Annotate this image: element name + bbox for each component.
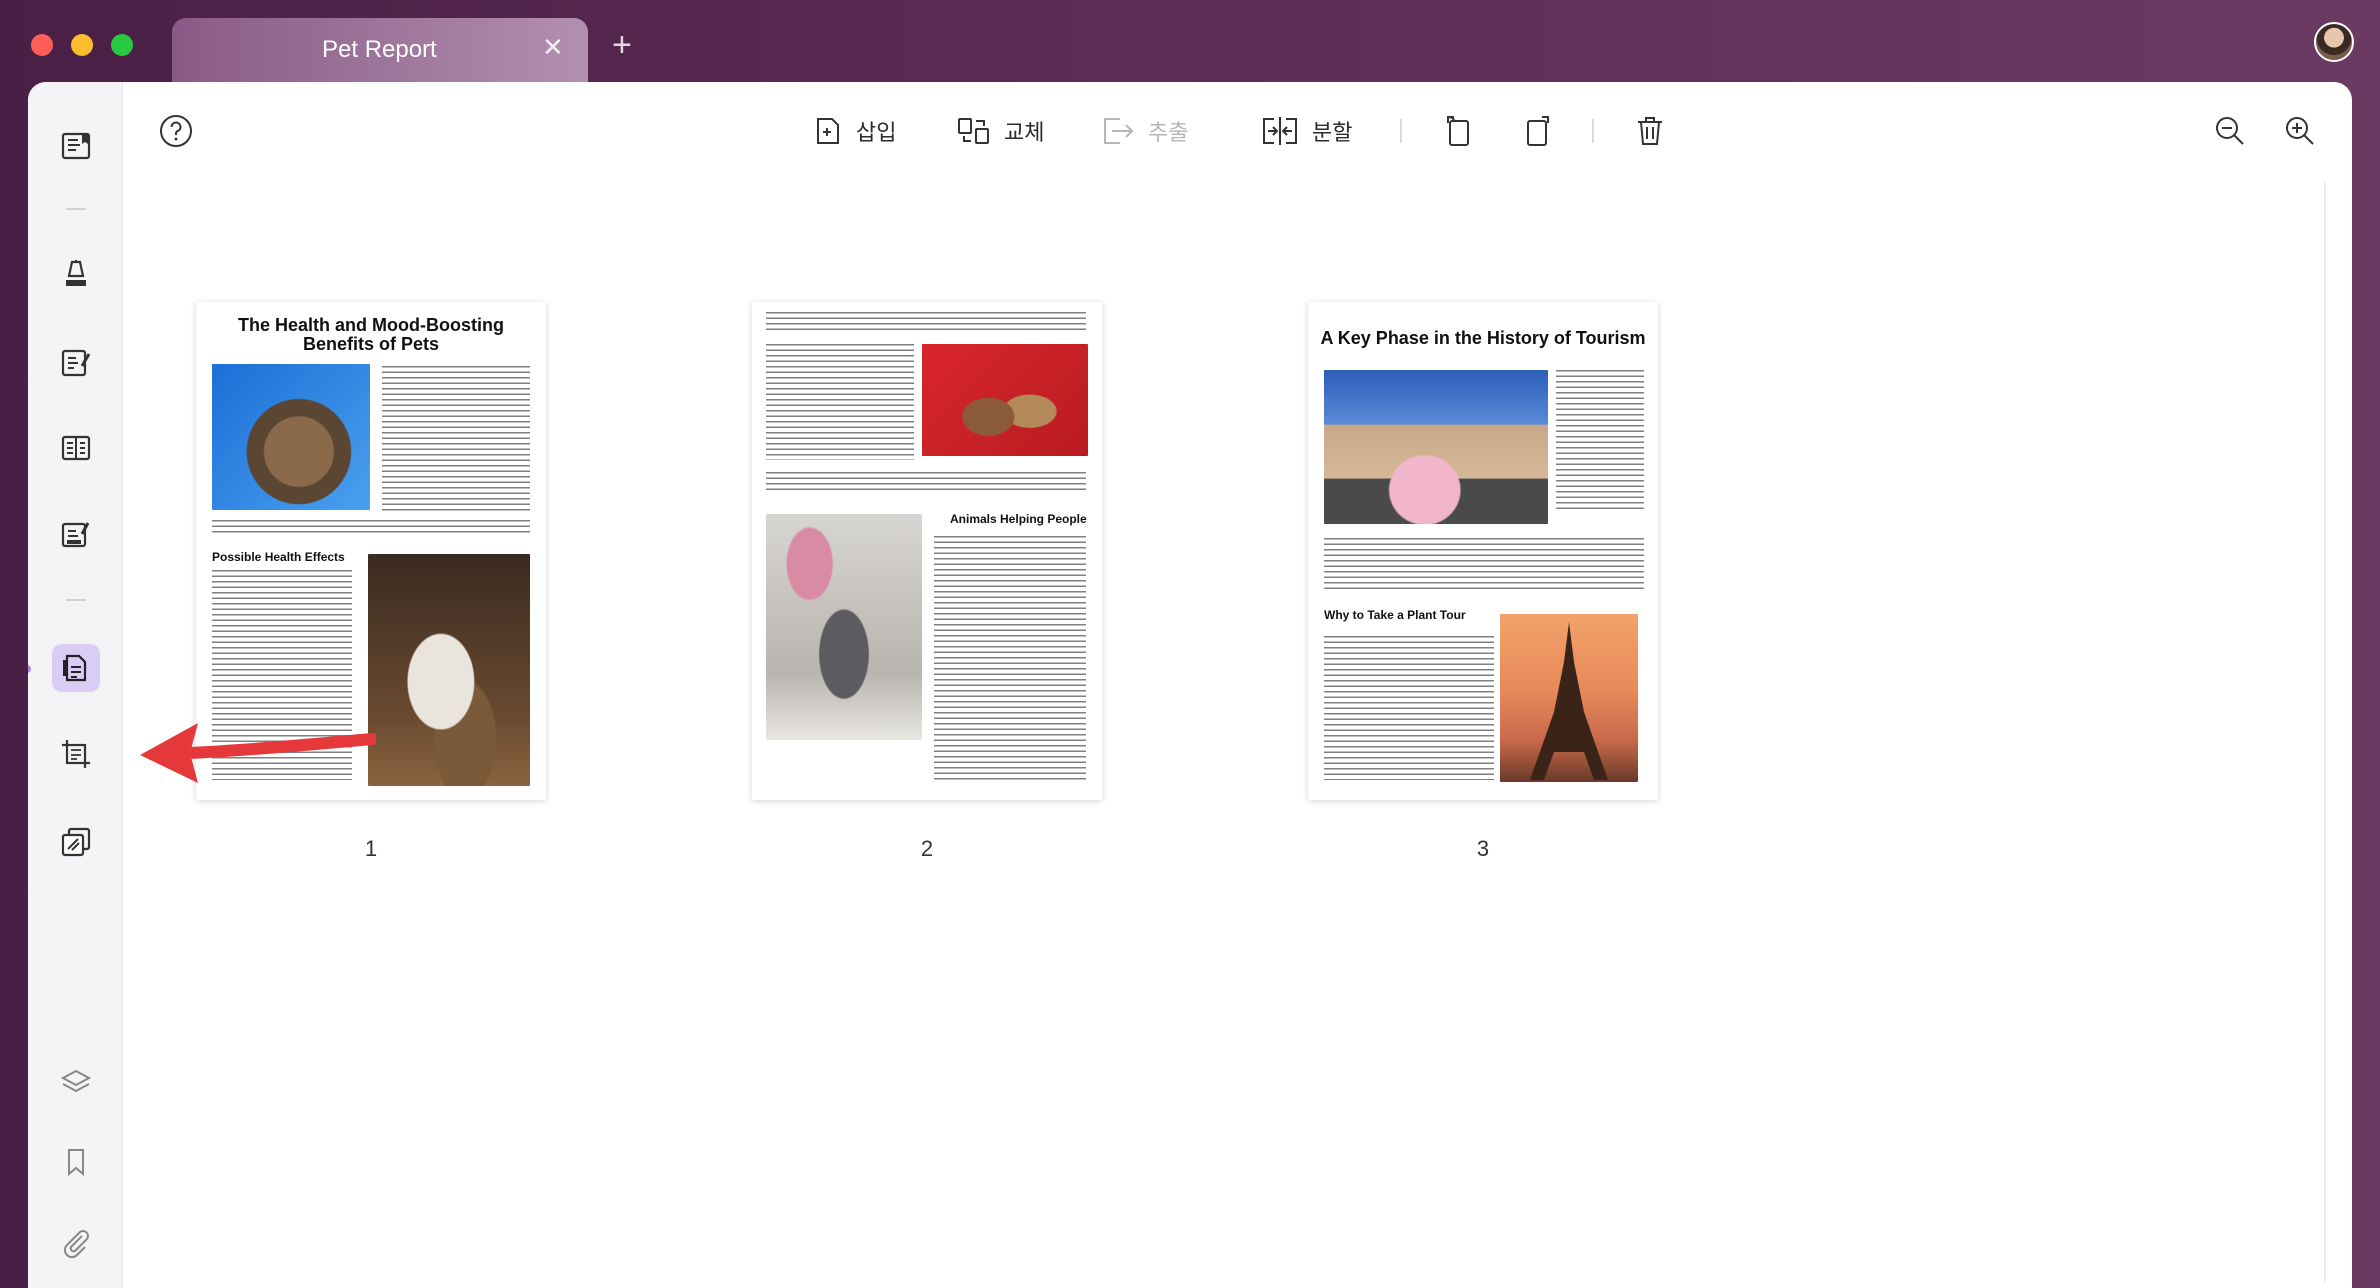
replace-page-button[interactable]: 교체 xyxy=(956,115,1044,147)
text-block xyxy=(382,366,530,514)
split-page-icon xyxy=(1263,117,1297,145)
dogs-in-costumes-photo xyxy=(922,344,1088,456)
annotation-arrow-icon xyxy=(140,723,376,783)
vertical-scrollbar[interactable] xyxy=(2324,182,2326,1282)
zoom-out-button[interactable] xyxy=(2212,82,2248,180)
page-2-heading: Animals Helping People xyxy=(950,512,1087,526)
minimize-window-button[interactable] xyxy=(71,34,93,56)
split-page-button[interactable]: 분할 xyxy=(1260,115,1352,147)
paperclip-icon xyxy=(63,1230,89,1259)
sidebar-divider xyxy=(66,599,86,601)
havana-street-photo xyxy=(1324,370,1548,524)
text-block xyxy=(766,472,1086,492)
zoom-in-button[interactable] xyxy=(2282,82,2318,180)
attachments-button[interactable] xyxy=(52,1218,100,1266)
dog-and-cat-photo xyxy=(368,554,530,786)
text-block xyxy=(766,344,914,460)
cat-photo xyxy=(212,364,370,510)
extract-page-button[interactable]: 추출 xyxy=(1100,115,1188,147)
crop-icon xyxy=(62,740,90,768)
maximize-window-button[interactable] xyxy=(111,34,133,56)
organize-pages-icon xyxy=(63,654,87,682)
page-3-heading: Why to Take a Plant Tour xyxy=(1324,608,1466,622)
reader-mode-button[interactable] xyxy=(52,122,100,170)
close-window-button[interactable] xyxy=(31,34,53,56)
text-block xyxy=(766,312,1086,332)
text-block xyxy=(1324,636,1494,780)
layers-button[interactable] xyxy=(52,1058,100,1106)
toolbar-divider xyxy=(1592,119,1594,143)
eiffel-tower-photo xyxy=(1500,614,1638,782)
replace-label: 교체 xyxy=(1004,120,1045,145)
new-tab-button[interactable]: + xyxy=(612,28,632,62)
page-grid: The Health and Mood-Boosting Benefits of… xyxy=(124,180,2324,1288)
layers-icon xyxy=(60,1069,92,1093)
bookmarks-button[interactable] xyxy=(52,1138,100,1186)
app-window: 삽입 교체 추출 분할 The Health and Mood-Boosting… xyxy=(28,82,2352,1288)
rotate-right-button[interactable] xyxy=(1520,82,1556,180)
fill-sign-button[interactable] xyxy=(52,510,100,558)
bookmark-icon xyxy=(68,1149,84,1177)
page-3-title: A Key Phase in the History of Tourism xyxy=(1320,328,1646,348)
page-number-3: 3 xyxy=(1476,836,1490,861)
insert-page-button[interactable]: 삽입 xyxy=(812,115,896,147)
title-bar: Pet Report ✕ + xyxy=(0,0,2380,82)
edit-document-icon xyxy=(61,349,91,377)
split-label: 분할 xyxy=(1312,120,1353,145)
gray-cat-photo xyxy=(766,514,922,740)
comment-button[interactable] xyxy=(52,250,100,298)
edit-pdf-button[interactable] xyxy=(52,338,100,386)
page-thumbnail-2[interactable]: Animals Helping People xyxy=(752,302,1102,800)
replace-page-icon xyxy=(958,118,989,144)
organize-pages-button[interactable] xyxy=(52,644,100,692)
delete-page-button[interactable] xyxy=(1632,82,1668,180)
rotate-left-button[interactable] xyxy=(1440,82,1476,180)
extract-label: 추출 xyxy=(1148,120,1189,145)
page-number-1: 1 xyxy=(364,836,378,861)
tools-button[interactable] xyxy=(52,818,100,866)
left-sidebar xyxy=(28,82,123,1288)
tab-close-icon[interactable]: ✕ xyxy=(542,34,564,60)
insert-page-icon xyxy=(817,118,839,144)
form-icon xyxy=(61,435,91,461)
zoom-in-icon xyxy=(2286,117,2314,145)
highlighter-icon xyxy=(66,260,86,286)
extract-page-icon xyxy=(1104,118,1134,144)
batch-tools-icon xyxy=(61,827,91,857)
sidebar-divider xyxy=(66,208,86,210)
text-block xyxy=(1324,538,1644,590)
toolbar-divider xyxy=(1400,119,1402,143)
text-block xyxy=(212,520,530,534)
insert-label: 삽입 xyxy=(856,120,897,145)
page-1-title: The Health and Mood-Boosting Benefits of… xyxy=(238,315,504,354)
tab-title: Pet Report xyxy=(322,36,437,63)
text-block xyxy=(1556,370,1644,510)
rotate-left-icon xyxy=(1447,116,1469,146)
sign-document-icon xyxy=(61,522,90,548)
trash-icon xyxy=(1638,117,1662,145)
eiffel-tower-icon xyxy=(1530,622,1608,780)
active-indicator xyxy=(28,665,31,673)
form-button[interactable] xyxy=(52,424,100,472)
crop-button[interactable] xyxy=(52,730,100,778)
zoom-out-icon xyxy=(2216,117,2244,145)
page-1-heading: Possible Health Effects xyxy=(212,550,345,564)
reader-icon xyxy=(61,132,91,160)
help-button[interactable] xyxy=(158,82,194,180)
text-block xyxy=(934,536,1086,780)
page-thumbnail-3[interactable]: A Key Phase in the History of Tourism Wh… xyxy=(1308,302,1658,800)
rotate-right-icon xyxy=(1527,116,1549,146)
page-number-2: 2 xyxy=(920,836,934,861)
help-icon xyxy=(160,115,192,147)
user-avatar[interactable] xyxy=(2314,22,2354,62)
document-tab[interactable]: Pet Report ✕ xyxy=(172,18,588,82)
